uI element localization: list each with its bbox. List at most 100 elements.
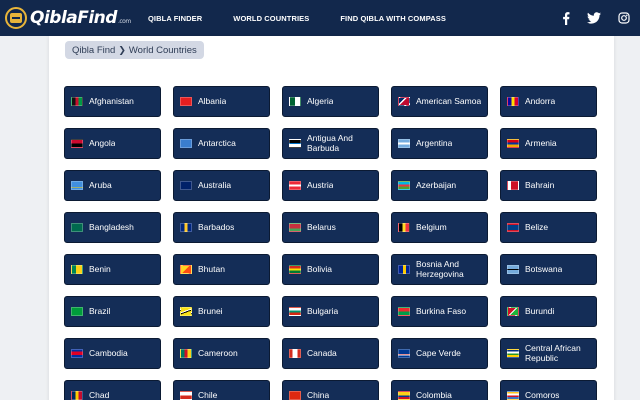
country-button[interactable]: Brunei bbox=[173, 296, 270, 327]
country-button[interactable]: Bhutan bbox=[173, 254, 270, 285]
country-name: Belarus bbox=[307, 222, 336, 232]
logo-main: QiblaFind bbox=[30, 8, 117, 28]
country-name: Brunei bbox=[198, 306, 223, 316]
country-button[interactable]: Austria bbox=[282, 170, 379, 201]
country-button[interactable]: Angola bbox=[64, 128, 161, 159]
flag-icon bbox=[507, 307, 519, 316]
country-button[interactable]: Chile bbox=[173, 380, 270, 400]
country-name: Canada bbox=[307, 348, 337, 358]
nav-world-countries[interactable]: WORLD COUNTRIES bbox=[233, 14, 309, 23]
country-button[interactable]: Australia bbox=[173, 170, 270, 201]
nav-find-qibla-compass[interactable]: FIND QIBLA WITH COMPASS bbox=[340, 14, 446, 23]
site-logo[interactable]: QiblaFind.com bbox=[5, 6, 131, 30]
country-button[interactable]: Bosnia And Herzegovina bbox=[391, 254, 488, 285]
country-button[interactable]: Benin bbox=[64, 254, 161, 285]
flag-icon bbox=[398, 307, 410, 316]
country-name: Antigua And Barbuda bbox=[307, 134, 353, 153]
flag-icon bbox=[398, 349, 410, 358]
flag-icon bbox=[180, 349, 192, 358]
flag-icon bbox=[180, 181, 192, 190]
flag-icon bbox=[71, 391, 83, 400]
country-button[interactable]: Colombia bbox=[391, 380, 488, 400]
country-button[interactable]: Cambodia bbox=[64, 338, 161, 369]
country-button[interactable]: Belarus bbox=[282, 212, 379, 243]
flag-icon bbox=[507, 139, 519, 148]
country-button[interactable]: Andorra bbox=[500, 86, 597, 117]
country-button[interactable]: Belgium bbox=[391, 212, 488, 243]
country-name: Cameroon bbox=[198, 348, 238, 358]
flag-icon bbox=[71, 307, 83, 316]
kaaba-logo-icon bbox=[5, 7, 27, 29]
flag-icon bbox=[398, 391, 410, 400]
country-name: Burundi bbox=[525, 306, 555, 316]
country-name: Botswana bbox=[525, 264, 563, 274]
country-button[interactable]: Bulgaria bbox=[282, 296, 379, 327]
flag-icon bbox=[398, 139, 410, 148]
country-button[interactable]: Burundi bbox=[500, 296, 597, 327]
flag-icon bbox=[398, 265, 410, 274]
country-button[interactable]: Bahrain bbox=[500, 170, 597, 201]
country-button[interactable]: Armenia bbox=[500, 128, 597, 159]
twitter-icon[interactable] bbox=[587, 12, 601, 24]
country-button[interactable]: Botswana bbox=[500, 254, 597, 285]
country-button[interactable]: Brazil bbox=[64, 296, 161, 327]
top-navigation-bar: QiblaFind.com QIBLA FINDER WORLD COUNTRI… bbox=[0, 0, 640, 36]
flag-icon bbox=[289, 349, 301, 358]
flag-icon bbox=[71, 97, 83, 106]
country-button[interactable]: Bolivia bbox=[282, 254, 379, 285]
country-name: Austria bbox=[307, 180, 334, 190]
flag-icon bbox=[71, 349, 83, 358]
country-button[interactable]: Afghanistan bbox=[64, 86, 161, 117]
flag-icon bbox=[507, 181, 519, 190]
flag-icon bbox=[71, 223, 83, 232]
country-button[interactable]: Azerbaijan bbox=[391, 170, 488, 201]
country-name: Barbados bbox=[198, 222, 235, 232]
country-button[interactable]: Barbados bbox=[173, 212, 270, 243]
country-name: Bulgaria bbox=[307, 306, 339, 316]
country-name: Afghanistan bbox=[89, 96, 134, 106]
country-name: Cape Verde bbox=[416, 348, 461, 358]
logo-text: QiblaFind.com bbox=[30, 8, 131, 28]
country-button[interactable]: Canada bbox=[282, 338, 379, 369]
flag-icon bbox=[398, 223, 410, 232]
country-button[interactable]: Central African Republic bbox=[500, 338, 597, 369]
flag-icon bbox=[289, 307, 301, 316]
country-name: Angola bbox=[89, 138, 116, 148]
flag-icon bbox=[180, 139, 192, 148]
nav-qibla-finder[interactable]: QIBLA FINDER bbox=[148, 14, 202, 23]
country-name: Chad bbox=[89, 390, 110, 400]
country-button[interactable]: Aruba bbox=[64, 170, 161, 201]
country-button[interactable]: Albania bbox=[173, 86, 270, 117]
country-name: Belgium bbox=[416, 222, 447, 232]
country-name: Argentina bbox=[416, 138, 453, 148]
country-button[interactable]: Belize bbox=[500, 212, 597, 243]
country-name: Armenia bbox=[525, 138, 557, 148]
flag-icon bbox=[180, 223, 192, 232]
country-button[interactable]: Argentina bbox=[391, 128, 488, 159]
country-button[interactable]: Comoros bbox=[500, 380, 597, 400]
chevron-right-icon: ❯ bbox=[118, 44, 126, 55]
country-button[interactable]: Chad bbox=[64, 380, 161, 400]
flag-icon bbox=[507, 391, 519, 400]
country-button[interactable]: Antarctica bbox=[173, 128, 270, 159]
country-name: Brazil bbox=[89, 306, 111, 316]
flag-icon bbox=[71, 181, 83, 190]
country-name: Bosnia And Herzegovina bbox=[416, 260, 464, 279]
country-button[interactable]: Antigua And Barbuda bbox=[282, 128, 379, 159]
country-name: Aruba bbox=[89, 180, 112, 190]
country-name: Burkina Faso bbox=[416, 306, 467, 316]
country-button[interactable]: Burkina Faso bbox=[391, 296, 488, 327]
instagram-icon[interactable] bbox=[618, 12, 630, 24]
country-name: Albania bbox=[198, 96, 227, 106]
country-button[interactable]: Cape Verde bbox=[391, 338, 488, 369]
country-button[interactable]: China bbox=[282, 380, 379, 400]
country-button[interactable]: American Samoa bbox=[391, 86, 488, 117]
country-button[interactable]: Cameroon bbox=[173, 338, 270, 369]
country-button[interactable]: Algeria bbox=[282, 86, 379, 117]
breadcrumb-home-link[interactable]: Qibla Find bbox=[72, 45, 115, 56]
country-button[interactable]: Bangladesh bbox=[64, 212, 161, 243]
country-name: China bbox=[307, 390, 330, 400]
facebook-icon[interactable] bbox=[562, 11, 570, 25]
flag-icon bbox=[180, 307, 192, 316]
country-name: Bangladesh bbox=[89, 222, 134, 232]
